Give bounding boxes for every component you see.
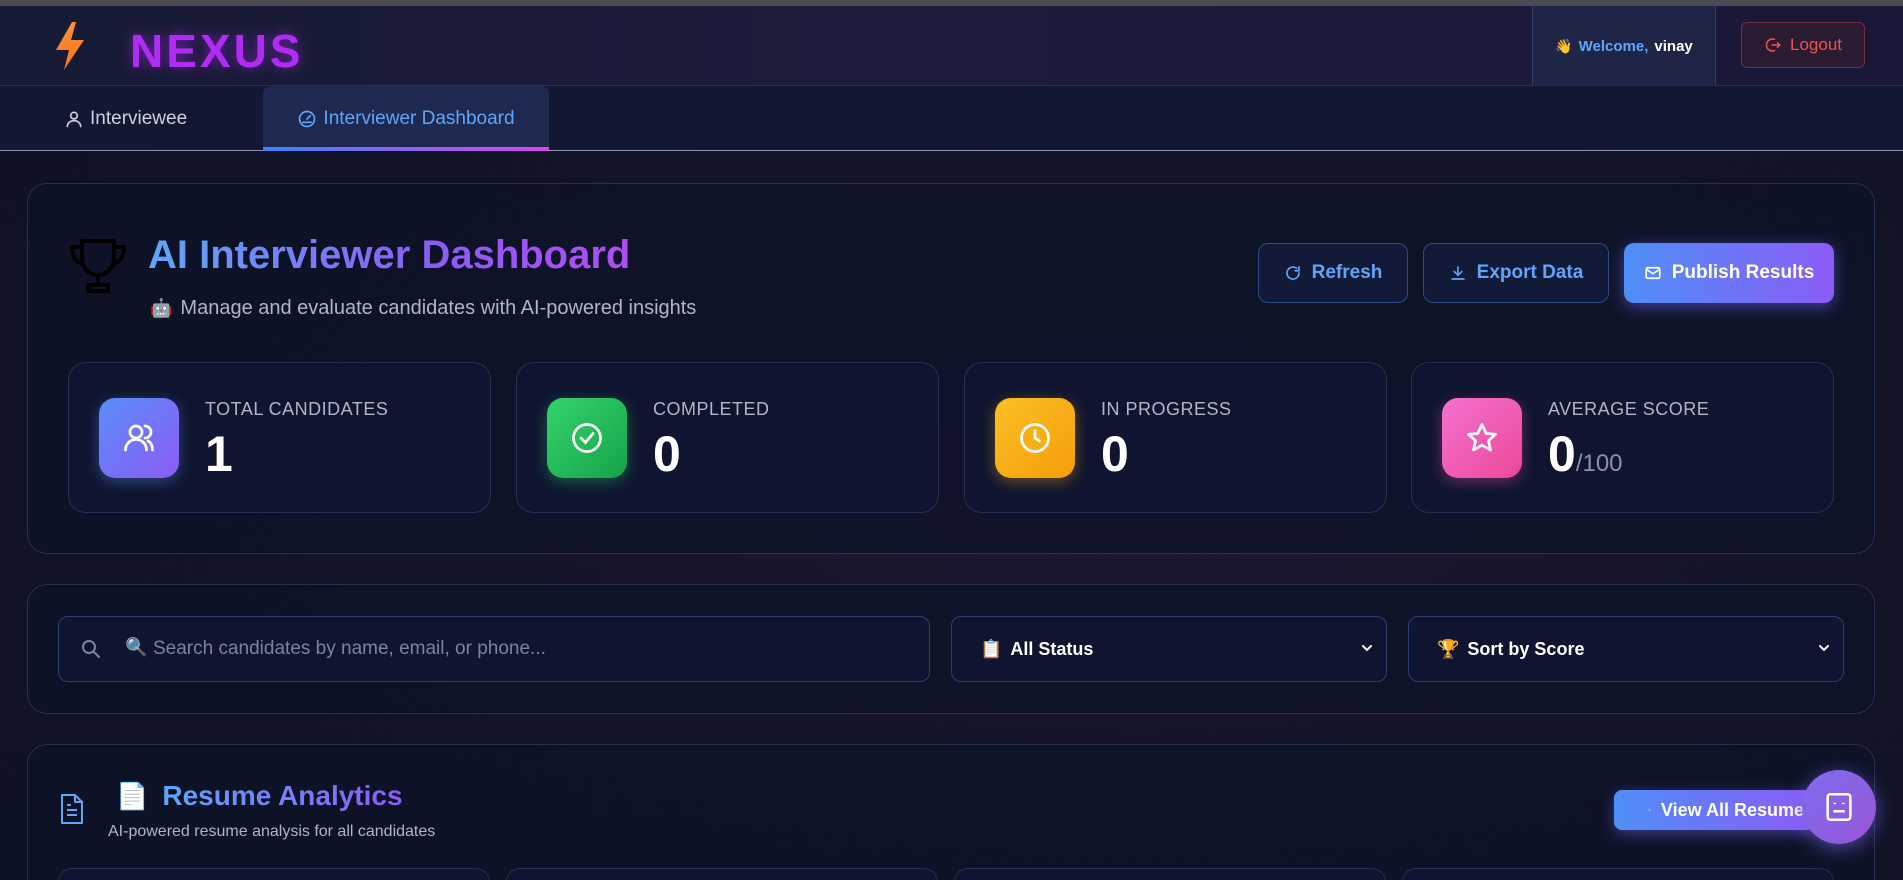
status-filter-value: All Status — [1010, 638, 1094, 659]
tab-interviewer-dashboard-label: Interviewer Dashboard — [323, 107, 515, 129]
logout-label: Logout — [1790, 35, 1842, 54]
refresh-icon — [1285, 266, 1300, 280]
search-field[interactable]: 🔍 — [58, 616, 930, 682]
lightning-icon — [1648, 808, 1651, 812]
trophy-icon — [70, 239, 126, 293]
stat-value: 0 — [653, 426, 681, 482]
stat-value: 0/100 — [1548, 426, 1623, 482]
resume-analytics-title: 📄 Resume Analytics — [116, 780, 403, 812]
chevron-down-icon — [1819, 645, 1829, 652]
resume-card-peek — [58, 868, 490, 880]
welcome-label: Welcome, — [1578, 37, 1649, 55]
tab-interviewer-dashboard[interactable]: Interviewer Dashboard — [263, 86, 549, 151]
refresh-label: Refresh — [1311, 262, 1383, 283]
document-icon — [61, 794, 83, 824]
clipboard-emoji: 📋 — [980, 638, 1003, 659]
user-icon — [66, 111, 82, 127]
page-subtitle-text: Manage and evaluate candidates with AI-p… — [180, 297, 697, 319]
stat-average-score: AVERAGE SCORE 0/100 — [1411, 362, 1834, 513]
app-logo-text[interactable]: NEXUS — [130, 24, 303, 78]
status-filter-select[interactable]: 📋 All Status — [951, 616, 1387, 682]
stat-label: IN PROGRESS — [1101, 399, 1232, 419]
view-all-resumes-button[interactable]: View All Resumes — [1614, 790, 1814, 830]
username: vinay — [1654, 37, 1693, 55]
resume-analytics-title-text: Resume Analytics — [162, 780, 403, 811]
wave-emoji: 👋 — [1555, 37, 1573, 54]
mail-icon — [1645, 266, 1661, 280]
search-icon — [82, 640, 100, 658]
stat-label: TOTAL CANDIDATES — [205, 399, 389, 419]
resume-analytics-card — [27, 744, 1875, 880]
publish-results-button[interactable]: Publish Results — [1624, 243, 1834, 303]
resume-analytics-subtitle: AI-powered resume analysis for all candi… — [108, 823, 436, 840]
trophy-emoji: 🏆 — [1437, 638, 1460, 659]
resume-card-peek — [954, 868, 1386, 880]
users-icon — [99, 398, 179, 478]
tab-interviewee-label: Interviewee — [90, 107, 188, 129]
stat-completed: COMPLETED 0 — [516, 362, 939, 513]
robot-icon — [1826, 792, 1852, 822]
app-header: NEXUS 👋 Welcome, vinay Logout — [0, 6, 1903, 86]
view-all-resumes-label: View All Resumes — [1660, 799, 1814, 820]
stat-value: 1 — [205, 426, 233, 482]
resume-card-peek — [506, 868, 938, 880]
page-subtitle: 🤖 Manage and evaluate candidates with AI… — [150, 297, 696, 320]
check-circle-icon — [547, 398, 627, 478]
export-data-button[interactable]: Export Data — [1423, 243, 1609, 303]
clock-icon — [995, 398, 1075, 478]
lightning-bolt-icon — [56, 22, 84, 70]
publish-results-label: Publish Results — [1671, 262, 1815, 283]
stat-value: 0 — [1101, 426, 1129, 482]
page-emoji: 📄 — [116, 780, 149, 811]
welcome-message: 👋 Welcome, vinay — [1532, 6, 1716, 86]
refresh-button[interactable]: Refresh — [1258, 243, 1408, 303]
main-tabs: Interviewee Interviewer Dashboard — [0, 86, 1903, 151]
chevron-down-icon — [1362, 645, 1372, 652]
export-data-label: Export Data — [1476, 262, 1584, 283]
download-icon — [1450, 266, 1465, 280]
sort-value: Sort by Score — [1467, 638, 1585, 659]
stat-suffix: /100 — [1575, 450, 1623, 477]
search-input[interactable] — [153, 617, 913, 681]
stat-label: AVERAGE SCORE — [1548, 399, 1710, 419]
tab-interviewee[interactable]: Interviewee — [64, 86, 187, 151]
magnifier-emoji: 🔍 — [125, 637, 148, 657]
logout-icon — [1765, 38, 1781, 52]
stat-total-candidates: TOTAL CANDIDATES 1 — [68, 362, 491, 513]
robot-emoji: 🤖 — [150, 298, 173, 318]
resume-card-peek — [1402, 868, 1834, 880]
chatbot-button[interactable] — [1802, 770, 1876, 844]
stat-label: COMPLETED — [653, 399, 770, 419]
logout-button[interactable]: Logout — [1741, 22, 1865, 68]
gauge-icon — [299, 110, 316, 127]
star-icon — [1442, 398, 1522, 478]
sort-select[interactable]: 🏆 Sort by Score — [1408, 616, 1844, 682]
page-title: AI Interviewer Dashboard — [148, 233, 631, 277]
stat-in-progress: IN PROGRESS 0 — [964, 362, 1387, 513]
